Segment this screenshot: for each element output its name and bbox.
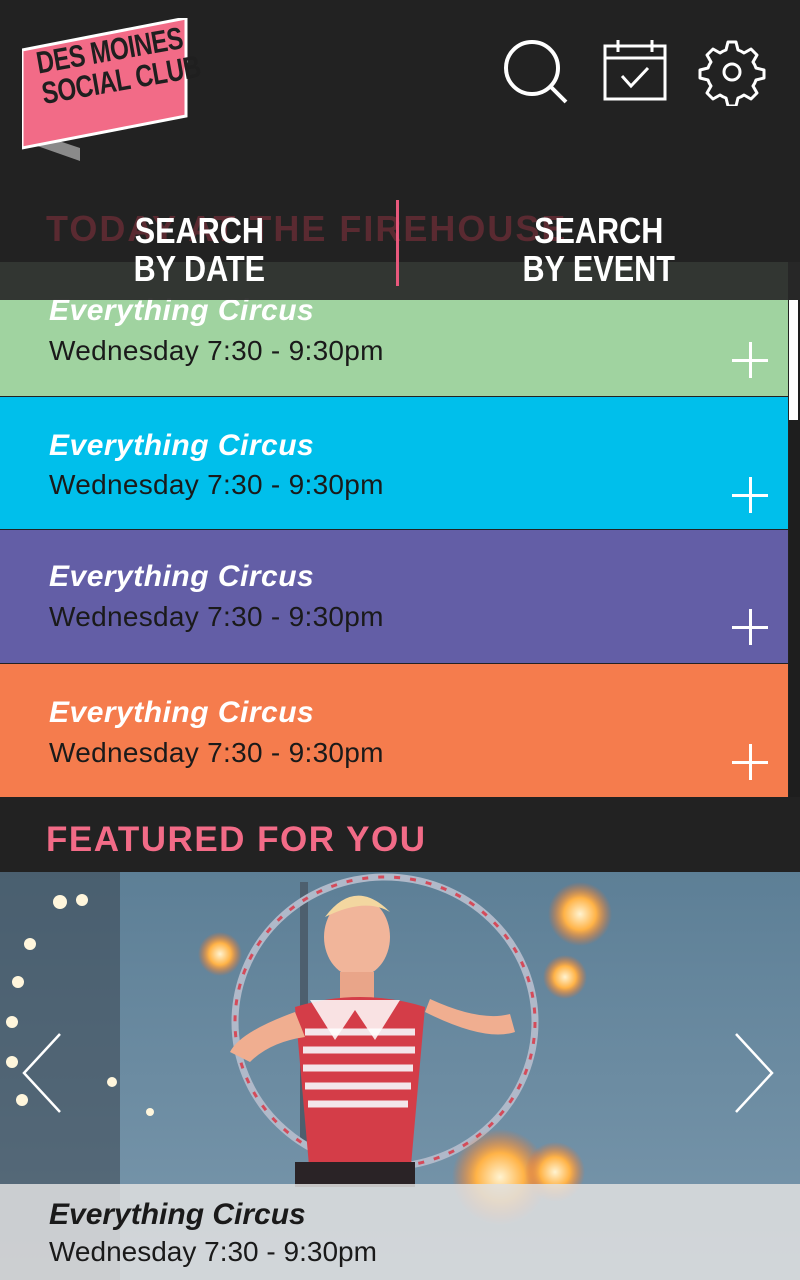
search-icon bbox=[504, 40, 568, 104]
featured-carousel[interactable]: Everything Circus Wednesday 7:30 - 9:30p… bbox=[0, 872, 800, 1280]
scrollbar-thumb[interactable] bbox=[789, 300, 798, 420]
chevron-left-icon bbox=[22, 1033, 61, 1113]
featured-event-title: Everything Circus bbox=[49, 1198, 306, 1231]
event-item[interactable]: Everything Circus Wednesday 7:30 - 9:30p… bbox=[0, 397, 788, 529]
logo[interactable]: DES MOINES SOCIAL CLUB bbox=[22, 18, 203, 168]
add-event-plus-icon[interactable] bbox=[732, 609, 768, 645]
event-time: Wednesday 7:30 - 9:30pm bbox=[49, 737, 384, 768]
event-title: Everything Circus bbox=[49, 696, 315, 729]
event-list-scrollbar[interactable] bbox=[789, 300, 800, 797]
event-time: Wednesday 7:30 - 9:30pm bbox=[49, 469, 384, 500]
add-event-plus-icon[interactable] bbox=[732, 744, 768, 780]
event-time: Wednesday 7:30 - 9:30pm bbox=[49, 601, 384, 632]
event-item[interactable]: Everything Circus Wednesday 7:30 - 9:30p… bbox=[0, 530, 788, 663]
add-event-plus-icon[interactable] bbox=[732, 477, 768, 513]
carousel-prev-button[interactable] bbox=[20, 1032, 64, 1114]
search-by-date-line1: SEARCH bbox=[134, 210, 264, 251]
featured-caption[interactable]: Everything Circus Wednesday 7:30 - 9:30p… bbox=[0, 1184, 800, 1280]
add-event-plus-icon[interactable] bbox=[732, 342, 768, 378]
gear-icon bbox=[698, 40, 766, 106]
search-tabs: SEARCH BY DATE SEARCH BY EVENT bbox=[0, 200, 800, 300]
event-time: Wednesday 7:30 - 9:30pm bbox=[49, 335, 384, 366]
carousel-next-button[interactable] bbox=[732, 1032, 776, 1114]
featured-heading: FEATURED FOR YOU bbox=[46, 820, 427, 859]
event-title: Everything Circus bbox=[49, 560, 315, 593]
settings-button[interactable] bbox=[697, 36, 767, 106]
search-by-event-line2: BY EVENT bbox=[522, 248, 676, 289]
event-title: Everything Circus bbox=[49, 429, 315, 462]
calendar-check-icon bbox=[603, 40, 667, 101]
tab-divider bbox=[396, 200, 399, 286]
search-by-date-tab[interactable]: SEARCH BY DATE bbox=[0, 200, 398, 300]
search-button[interactable] bbox=[500, 36, 570, 106]
calendar-button[interactable] bbox=[600, 36, 670, 106]
event-item[interactable]: Everything Circus Wednesday 7:30 - 9:30p… bbox=[0, 664, 788, 797]
featured-event-time: Wednesday 7:30 - 9:30pm bbox=[49, 1236, 377, 1267]
chevron-right-icon bbox=[735, 1033, 774, 1113]
search-by-event-line1: SEARCH bbox=[534, 210, 664, 251]
app-header: DES MOINES SOCIAL CLUB bbox=[0, 0, 800, 200]
search-by-date-line2: BY DATE bbox=[133, 248, 265, 289]
search-by-event-tab[interactable]: SEARCH BY EVENT bbox=[400, 200, 798, 300]
